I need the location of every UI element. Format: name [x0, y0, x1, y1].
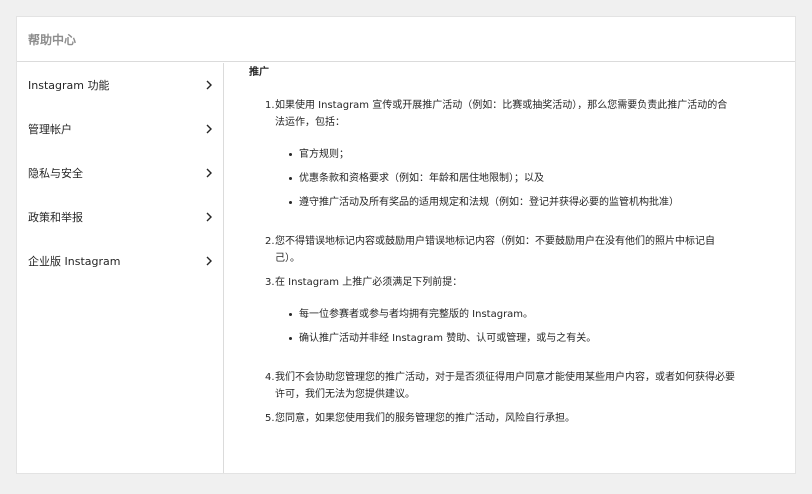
chevron-right-icon — [206, 256, 212, 266]
list-item: 1. 如果使用 Instagram 宣传或开展推广活动（例如：比赛或抽奖活动），… — [265, 97, 735, 211]
sub-list-item: 遵守推广活动及所有奖品的适用规定和法规（例如：登记并获得必要的监管机构批准） — [289, 194, 709, 211]
sub-list-item: 官方规则； — [289, 146, 709, 163]
sub-list-item: 确认推广活动并非经 Instagram 赞助、认可或管理，或与之有关。 — [289, 330, 709, 347]
sidebar-item-label: Instagram 功能 — [28, 79, 110, 92]
chevron-right-icon — [206, 124, 212, 134]
sidebar-item-label: 政策和举报 — [28, 211, 83, 224]
sub-list: 每一位参赛者或参与者均拥有完整版的 Instagram。 确认推广活动并非经 I… — [289, 306, 709, 347]
chevron-right-icon — [206, 212, 212, 222]
terms-list: 1. 如果使用 Instagram 宣传或开展推广活动（例如：比赛或抽奖活动），… — [265, 97, 735, 427]
list-item-text: 如果使用 Instagram 宣传或开展推广活动（例如：比赛或抽奖活动），那么您… — [275, 100, 728, 128]
sidebar-item-instagram-features[interactable]: Instagram 功能 — [17, 63, 223, 107]
list-item-number: 4. — [265, 372, 275, 383]
sub-list-item: 每一位参赛者或参与者均拥有完整版的 Instagram。 — [289, 306, 709, 323]
list-item-number: 3. — [265, 277, 275, 288]
section-heading: 推广 — [249, 67, 269, 78]
list-item-text: 在 Instagram 上推广必须满足下列前提： — [275, 277, 463, 288]
sub-list-item: 优惠条款和资格要求（例如：年龄和居住地限制）；以及 — [289, 170, 709, 187]
page-title: 帮助中心 — [28, 32, 77, 47]
list-item-text: 我们不会协助您管理您的推广活动，对于是否须征得用户同意才能使用某些用户内容，或者… — [275, 372, 735, 400]
list-item: 2. 您不得错误地标记内容或鼓励用户错误地标记内容（例如：不要鼓励用户在没有他们… — [265, 233, 735, 267]
chevron-right-icon — [206, 168, 212, 178]
list-item-text: 您同意，如果您使用我们的服务管理您的推广活动，风险自行承担。 — [275, 413, 575, 424]
list-item-text: 您不得错误地标记内容或鼓励用户错误地标记内容（例如：不要鼓励用户在没有他们的照片… — [275, 236, 715, 264]
sidebar-item-policies-reporting[interactable]: 政策和举报 — [17, 195, 223, 239]
sidebar-item-label: 企业版 Instagram — [28, 255, 121, 268]
sidebar: Instagram 功能 管理帐户 隐私与安全 政策和举报 企业版 Instag… — [17, 63, 224, 473]
help-center-panel: 帮助中心 Instagram 功能 管理帐户 隐私与安全 政策和举报 企业版 I… — [16, 16, 796, 474]
sub-list: 官方规则； 优惠条款和资格要求（例如：年龄和居住地限制）；以及 遵守推广活动及所… — [289, 146, 709, 211]
list-item: 4. 我们不会协助您管理您的推广活动，对于是否须征得用户同意才能使用某些用户内容… — [265, 369, 735, 403]
list-item-number: 1. — [265, 100, 275, 111]
sidebar-item-label: 管理帐户 — [28, 123, 72, 136]
sidebar-item-label: 隐私与安全 — [28, 167, 83, 180]
sidebar-item-manage-account[interactable]: 管理帐户 — [17, 107, 223, 151]
sidebar-item-privacy-security[interactable]: 隐私与安全 — [17, 151, 223, 195]
list-item: 3. 在 Instagram 上推广必须满足下列前提： 每一位参赛者或参与者均拥… — [265, 274, 735, 347]
list-item: 5. 您同意，如果您使用我们的服务管理您的推广活动，风险自行承担。 — [265, 410, 735, 427]
list-item-number: 5. — [265, 413, 275, 424]
article-content: 推广 1. 如果使用 Instagram 宣传或开展推广活动（例如：比赛或抽奖活… — [249, 63, 779, 473]
list-item-number: 2. — [265, 236, 275, 247]
chevron-right-icon — [206, 80, 212, 90]
sidebar-item-business[interactable]: 企业版 Instagram — [17, 239, 223, 283]
header: 帮助中心 — [17, 17, 795, 62]
